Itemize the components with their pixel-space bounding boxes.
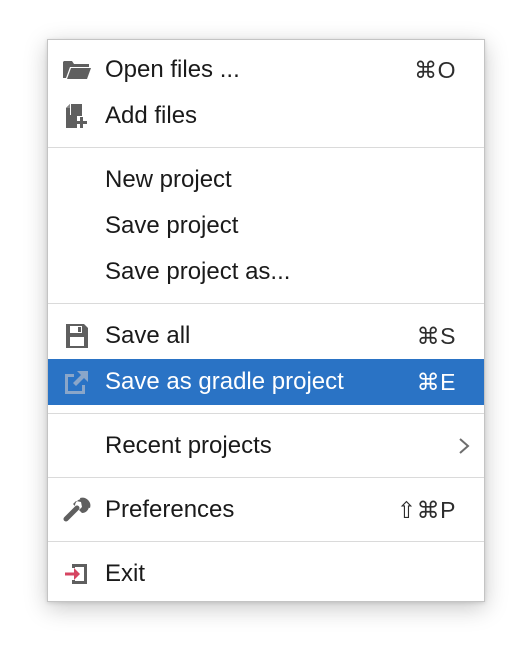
- separator: [48, 303, 484, 304]
- menu-item-label: Save all: [105, 322, 191, 349]
- shortcut-label: ⌘E: [416, 369, 456, 395]
- separator: [48, 541, 484, 542]
- menu-item-label: Preferences: [105, 496, 235, 523]
- menu-item-save-as-gradle-project[interactable]: Save as gradle project ⌘E: [48, 359, 484, 405]
- shortcut-label: ⌘S: [416, 323, 456, 349]
- folder-open-icon: [62, 57, 92, 83]
- floppy-disk-icon: [62, 323, 92, 349]
- menu-item-label: Open files ...: [105, 56, 240, 83]
- add-file-icon: [62, 103, 92, 129]
- separator: [48, 413, 484, 414]
- menu-item-save-project-as[interactable]: Save project as...: [48, 249, 484, 295]
- menu-item-save-all[interactable]: Save all ⌘S: [48, 313, 484, 359]
- chevron-right-icon: [458, 437, 470, 455]
- menu-item-label: Save as gradle project: [105, 368, 344, 395]
- shortcut-label: ⇧⌘P: [396, 497, 456, 523]
- menu-item-label: New project: [105, 166, 232, 193]
- menu-item-label: Exit: [105, 560, 146, 587]
- menu-item-label: Save project as...: [105, 258, 291, 285]
- shortcut-label: ⌘O: [414, 57, 456, 83]
- context-menu: Open files ... ⌘O Add files New project …: [47, 39, 485, 602]
- menu-item-open-files[interactable]: Open files ... ⌘O: [48, 47, 484, 93]
- menu-item-preferences[interactable]: Preferences ⇧⌘P: [48, 487, 484, 533]
- menu-item-label: Add files: [105, 102, 198, 129]
- menu-item-label: Recent projects: [105, 432, 272, 459]
- menu-item-recent-projects[interactable]: Recent projects: [48, 423, 484, 469]
- menu-item-new-project[interactable]: New project: [48, 157, 484, 203]
- menu-item-add-files[interactable]: Add files: [48, 93, 484, 139]
- exit-icon: [62, 561, 92, 587]
- export-icon: [62, 369, 92, 395]
- separator: [48, 477, 484, 478]
- menu-item-exit[interactable]: Exit: [48, 551, 484, 597]
- separator: [48, 147, 484, 148]
- menu-item-save-project[interactable]: Save project: [48, 203, 484, 249]
- wrench-icon: [62, 497, 92, 523]
- menu-item-label: Save project: [105, 212, 239, 239]
